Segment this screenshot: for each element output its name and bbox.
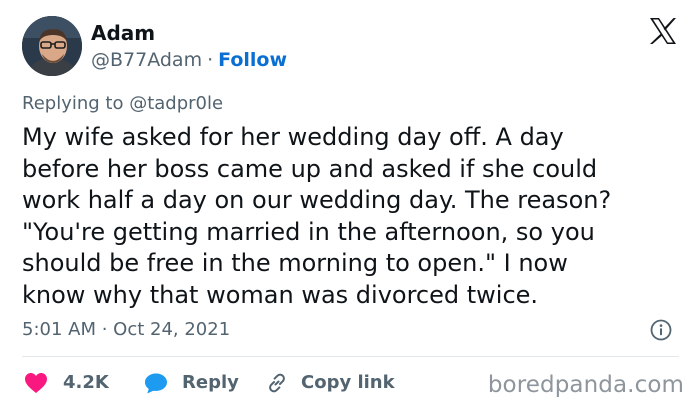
copy-link-button[interactable]: Copy link <box>265 371 395 395</box>
divider <box>22 356 679 357</box>
avatar[interactable] <box>22 16 82 76</box>
info-icon[interactable] <box>650 319 672 341</box>
reply-label: Reply <box>182 372 239 393</box>
watermark: boredpanda.com <box>487 372 684 398</box>
author-handle-line: @B77Adam · Follow <box>91 48 287 72</box>
tweet-card: Adam @B77Adam · Follow Replying to @tadpr0… <box>0 0 700 410</box>
heart-icon <box>25 373 47 393</box>
replying-to-label: Replying to <box>22 93 130 114</box>
reply-button[interactable]: Reply <box>144 371 239 395</box>
like-button[interactable]: 4.2K <box>24 371 109 395</box>
replying-to-handle[interactable]: @tadpr0le <box>129 93 223 114</box>
follow-button[interactable]: Follow <box>218 49 287 71</box>
separator-dot: · <box>207 49 214 71</box>
user-photo-avatar <box>22 16 82 76</box>
tweet-timestamp[interactable]: 5:01 AM · Oct 24, 2021 <box>22 318 230 342</box>
author-handle[interactable]: @B77Adam <box>91 49 202 71</box>
x-logo-icon[interactable] <box>648 16 678 46</box>
speech-bubble-icon <box>145 373 167 394</box>
like-count: 4.2K <box>63 372 109 393</box>
link-icon <box>269 373 285 393</box>
replying-to-line: Replying to @tadpr0le <box>22 92 223 116</box>
tweet-text: My wife asked for her wedding day off. A… <box>22 123 612 309</box>
copy-link-label: Copy link <box>301 372 395 393</box>
author-name[interactable]: Adam <box>91 20 155 46</box>
